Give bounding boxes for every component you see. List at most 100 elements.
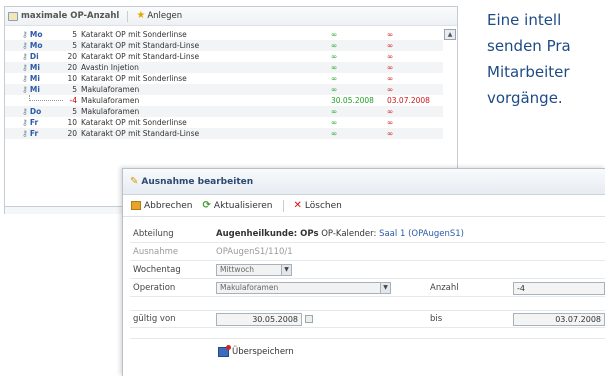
list-item[interactable]: ⚷ Do 5 Makulaforamen ∞ ∞ (5, 106, 443, 117)
valid-to-cell: ∞ (387, 85, 394, 94)
key-icon: ⚷ (22, 74, 28, 83)
key-icon: ⚷ (22, 118, 28, 127)
cancel-button[interactable]: Abbrechen (131, 201, 193, 211)
list-item[interactable]: -4 Makulaforamen 30.05.2008 03.07.2008 (5, 95, 443, 106)
operation-cell: Katarakt OP mit Sonderlinse (81, 74, 187, 83)
date-picker-icon[interactable] (305, 315, 313, 323)
count-label: Anzahl (430, 283, 459, 293)
operation-cell: Makulaforamen (81, 85, 140, 94)
refresh-icon: ⟳ (202, 200, 211, 211)
add-button[interactable]: ★ Anlegen (136, 10, 182, 22)
valid-from-cell: ∞ (331, 74, 338, 83)
weekday-cell: ⚷ Mi (22, 63, 40, 72)
valid-to-cell: ∞ (387, 41, 394, 50)
valid-from-input[interactable]: 30.05.2008 (216, 312, 302, 326)
list-item[interactable]: ⚷ Di 20 Katarakt OP mit Standard-Linse ∞ ∞ (5, 51, 443, 62)
count-cell: 10 (67, 74, 77, 83)
validity-row: gültig von 30.05.2008 bis 03.07.2008 (130, 311, 605, 328)
delete-icon: ✕ (293, 200, 302, 211)
exception-row: Ausnahme OPAugenS1/110/1 (130, 244, 605, 261)
valid-from-cell: ∞ (331, 63, 338, 72)
valid-to-cell: ∞ (387, 74, 394, 83)
valid-from-cell: ∞ (331, 41, 338, 50)
weekday-cell: ⚷ Mi (22, 74, 40, 83)
key-icon: ⚷ (22, 107, 28, 116)
count-cell: 20 (67, 52, 77, 61)
valid-from-cell: ∞ (331, 30, 338, 39)
weekday-cell: ⚷ Fr (22, 118, 39, 127)
valid-from-cell: ∞ (331, 85, 338, 94)
count-cell: 5 (72, 85, 77, 94)
list-item[interactable]: ⚷ Mo 5 Katarakt OP mit Sonderlinse ∞ ∞ (5, 29, 443, 40)
list-item[interactable]: ⚷ Mi 5 Makulaforamen ∞ ∞ (5, 84, 443, 95)
valid-from-cell: ∞ (331, 52, 338, 61)
weekday-cell: ⚷ Mo (22, 41, 43, 50)
key-icon: ⚷ (22, 30, 28, 39)
list-item[interactable]: ⚷ Mi 10 Katarakt OP mit Sonderlinse ∞ ∞ (5, 73, 443, 84)
valid-to-cell: ∞ (387, 129, 394, 138)
toolbar-separator (127, 10, 129, 22)
save-icon (218, 345, 231, 357)
valid-to-cell: ∞ (387, 63, 394, 72)
count-cell: 20 (67, 129, 77, 138)
exception-label: Ausnahme (133, 247, 179, 257)
list-item[interactable]: ⚷ Mo 5 Katarakt OP mit Standard-Linse ∞ ∞ (5, 40, 443, 51)
key-icon: ⚷ (22, 63, 28, 72)
operation-cell: Katarakt OP mit Sonderlinse (81, 118, 187, 127)
valid-from-cell: ∞ (331, 118, 338, 127)
valid-from-cell: ∞ (331, 107, 338, 116)
key-icon: ⚷ (22, 52, 28, 61)
weekday-label: Wochentag (133, 265, 181, 275)
valid-from-label: gültig von (133, 314, 176, 324)
weekday-cell: ⚷ Fr (22, 129, 39, 138)
spacer-row (130, 298, 605, 311)
operation-cell: Katarakt OP mit Standard-Linse (81, 129, 200, 138)
calendar-link[interactable]: Saal 1 (OPAugenS1) (379, 229, 464, 239)
valid-to-cell: ∞ (387, 30, 394, 39)
overwrite-button[interactable]: Überspeichern (218, 345, 294, 357)
count-cell: -4 (69, 96, 77, 105)
list-item[interactable]: ⚷ Fr 20 Katarakt OP mit Standard-Linse ∞ ∞ (5, 128, 443, 139)
operation-cell: Makulaforamen (81, 96, 140, 105)
edit-exception-dialog: ✎ Ausnahme bearbeiten Abbrechen ⟳ Aktual… (122, 168, 605, 376)
count-input[interactable]: -4 (513, 281, 605, 295)
scroll-up-button[interactable]: ▲ (444, 29, 456, 40)
list-item[interactable]: ⚷ Fr 10 Katarakt OP mit Sonderlinse ∞ ∞ (5, 117, 443, 128)
chevron-down-icon: ▼ (281, 265, 291, 275)
list-item[interactable]: ⚷ Mi 20 Avastin Injetion ∞ ∞ (5, 62, 443, 73)
description-text: Eine intell senden Pra Mitarbeiter vorgä… (487, 11, 571, 107)
dialog-toolbar: Abbrechen ⟳ Aktualisieren ✕ Löschen (123, 195, 605, 217)
until-label: bis (430, 314, 443, 324)
valid-from-cell: 30.05.2008 (331, 96, 374, 105)
operation-select[interactable]: Makulaforamen ▼ (216, 282, 391, 294)
valid-to-cell: 03.07.2008 (387, 96, 430, 105)
count-cell: 5 (72, 41, 77, 50)
valid-to-cell: ∞ (387, 107, 394, 116)
department-value: Augenheilkunde: OPs OP-Kalender: Saal 1 … (216, 229, 464, 239)
department-label: Abteilung (133, 229, 174, 239)
list-toolbar: maximale OP-Anzahl ★ Anlegen (5, 7, 457, 26)
weekday-cell: ⚷ Mi (22, 85, 40, 94)
operation-row: Operation Makulaforamen ▼ Anzahl -4 (130, 280, 605, 297)
cancel-icon (131, 201, 141, 210)
toolbar-separator (282, 199, 284, 212)
dialog-title: ✎ Ausnahme bearbeiten (123, 169, 605, 195)
pencil-icon: ✎ (130, 176, 139, 187)
count-cell: 5 (72, 30, 77, 39)
spacer-row (130, 329, 605, 339)
until-input[interactable]: 03.07.2008 (513, 312, 605, 326)
weekday-row: Wochentag Mittwoch ▼ (130, 262, 605, 279)
operation-cell: Katarakt OP mit Standard-Linse (81, 52, 200, 61)
weekday-select[interactable]: Mittwoch ▼ (216, 264, 292, 276)
weekday-cell: ⚷ Do (22, 107, 42, 116)
delete-button[interactable]: ✕ Löschen (294, 200, 342, 211)
count-cell: 10 (67, 118, 77, 127)
star-icon: ★ (136, 10, 146, 21)
chevron-down-icon: ▼ (380, 283, 390, 293)
update-button[interactable]: ⟳ Aktualisieren (203, 200, 273, 211)
valid-to-cell: ∞ (387, 118, 394, 127)
key-icon: ⚷ (22, 85, 28, 94)
weekday-cell: ⚷ Mo (22, 30, 43, 39)
operation-label: Operation (133, 283, 176, 293)
operation-cell: Avastin Injetion (81, 63, 139, 72)
